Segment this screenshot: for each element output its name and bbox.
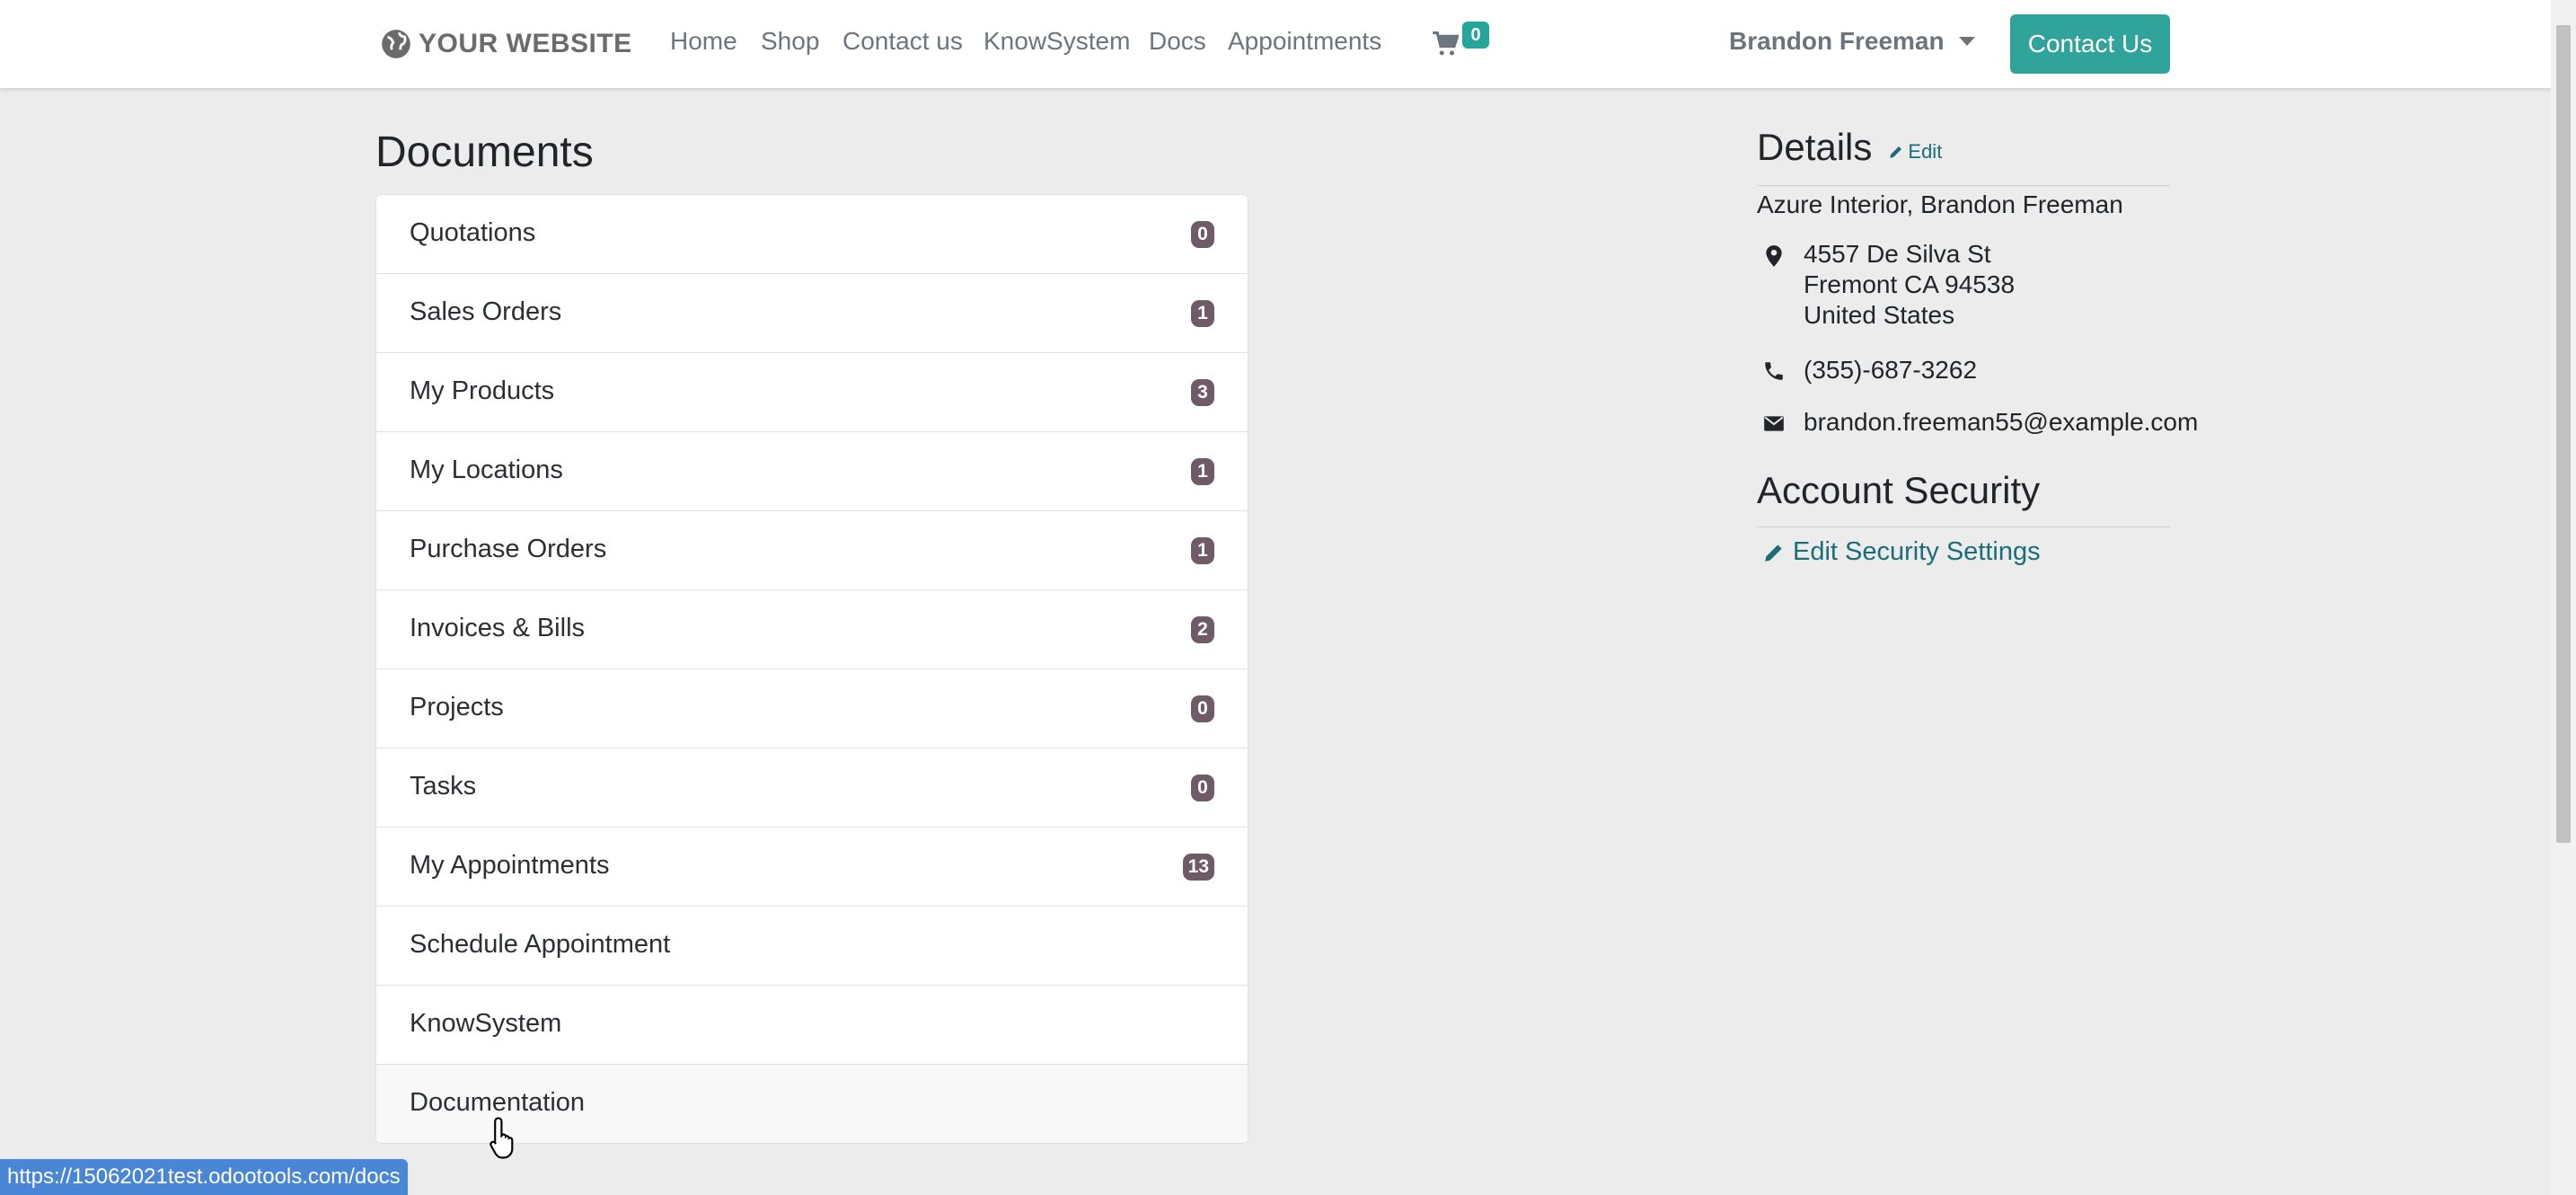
status-bar-url: https://15062021test.odootools.com/docs [0,1159,408,1195]
doc-item-my-appointments[interactable]: My Appointments 13 [376,828,1248,907]
contact-us-button[interactable]: Contact Us [2010,14,2170,74]
nav-knowsystem[interactable]: KnowSystem [984,27,1130,56]
top-navbar: YOUR WEBSITE Home Shop Contact us KnowSy… [0,0,2551,88]
pencil-icon [1765,544,1782,562]
doc-item-label: My Appointments [410,851,610,880]
email-address: brandon.freeman55@example.com [1804,408,2199,436]
doc-item-label: Schedule Appointment [410,930,671,959]
doc-item-projects[interactable]: Projects 0 [376,669,1248,748]
count-badge: 2 [1191,616,1214,643]
nav-docs[interactable]: Docs [1149,27,1206,56]
documents-list: Quotations 0 Sales Orders 1 My Products … [375,194,1248,1144]
scrollbar-thumb[interactable] [2556,25,2571,843]
count-badge: 1 [1191,300,1214,327]
shopping-cart-icon [1433,31,1459,56]
doc-item-tasks[interactable]: Tasks 0 [376,748,1248,828]
phone-icon [1765,362,1783,380]
logo-text: YOUR WEBSITE [419,29,632,58]
account-security-title: Account Security [1757,469,2041,511]
edit-details-link[interactable]: Edit [1888,140,1942,164]
count-badge: 1 [1191,537,1214,564]
doc-item-label: KnowSystem [410,1009,562,1038]
details-divider [1757,185,2170,186]
doc-item-label: Sales Orders [410,297,562,326]
details-section-title: Details Edit [1757,126,1942,169]
site-logo[interactable]: YOUR WEBSITE [379,22,632,66]
globe-icon [382,30,410,58]
doc-item-label: My Locations [410,456,563,484]
doc-item-schedule-appointment[interactable]: Schedule Appointment [376,907,1248,986]
edit-label: Edit [1908,140,1943,163]
cart-button[interactable]: 0 [1432,22,1489,63]
envelope-icon [1764,416,1784,431]
doc-item-quotations[interactable]: Quotations 0 [376,195,1248,274]
count-badge: 0 [1191,775,1214,801]
doc-item-purchase-orders[interactable]: Purchase Orders 1 [376,511,1248,590]
doc-item-label: Invoices & Bills [410,614,586,642]
caret-down-icon [1958,37,1975,46]
doc-item-knowsystem[interactable]: KnowSystem [376,986,1248,1065]
count-badge: 3 [1191,379,1214,406]
doc-item-my-locations[interactable]: My Locations 1 [376,432,1248,511]
vertical-scrollbar[interactable] [2551,0,2576,1195]
doc-item-label: My Products [410,376,555,405]
phone-number: (355)-687-3262 [1804,356,1978,384]
pencil-icon [1890,146,1902,158]
nav-contact-us[interactable]: Contact us [842,27,963,56]
nav-home[interactable]: Home [670,27,737,56]
address-line-3: United States [1804,301,1955,329]
nav-appointments[interactable]: Appointments [1228,27,1381,56]
company-name: Azure Interior, Brandon Freeman [1757,190,2123,218]
edit-security-settings-link[interactable]: Edit Security Settings [1762,537,2041,567]
doc-item-my-products[interactable]: My Products 3 [376,353,1248,432]
edit-security-label: Edit Security Settings [1793,537,2041,566]
doc-item-sales-orders[interactable]: Sales Orders 1 [376,274,1248,353]
cart-count-badge: 0 [1462,22,1489,49]
hand-pointer-cursor-icon [490,1117,514,1159]
count-badge: 0 [1191,221,1214,248]
documents-title: Documents [375,128,594,176]
map-marker-icon [1766,245,1782,267]
user-dropdown[interactable]: Brandon Freeman [1729,27,1975,56]
details-title: Details [1757,126,1873,168]
nav-shop[interactable]: Shop [761,27,819,56]
address-line-2: Fremont CA 94538 [1804,270,2016,298]
count-badge: 13 [1182,854,1214,881]
doc-item-label: Purchase Orders [410,535,607,563]
doc-item-label: Tasks [410,772,477,801]
count-badge: 0 [1191,695,1214,722]
user-name: Brandon Freeman [1729,27,1945,55]
count-badge: 1 [1191,458,1214,485]
doc-item-label: Projects [410,693,504,721]
doc-item-invoices-bills[interactable]: Invoices & Bills 2 [376,590,1248,669]
doc-item-label: Quotations [410,218,536,247]
address-line-1: 4557 De Silva St [1804,240,1991,268]
